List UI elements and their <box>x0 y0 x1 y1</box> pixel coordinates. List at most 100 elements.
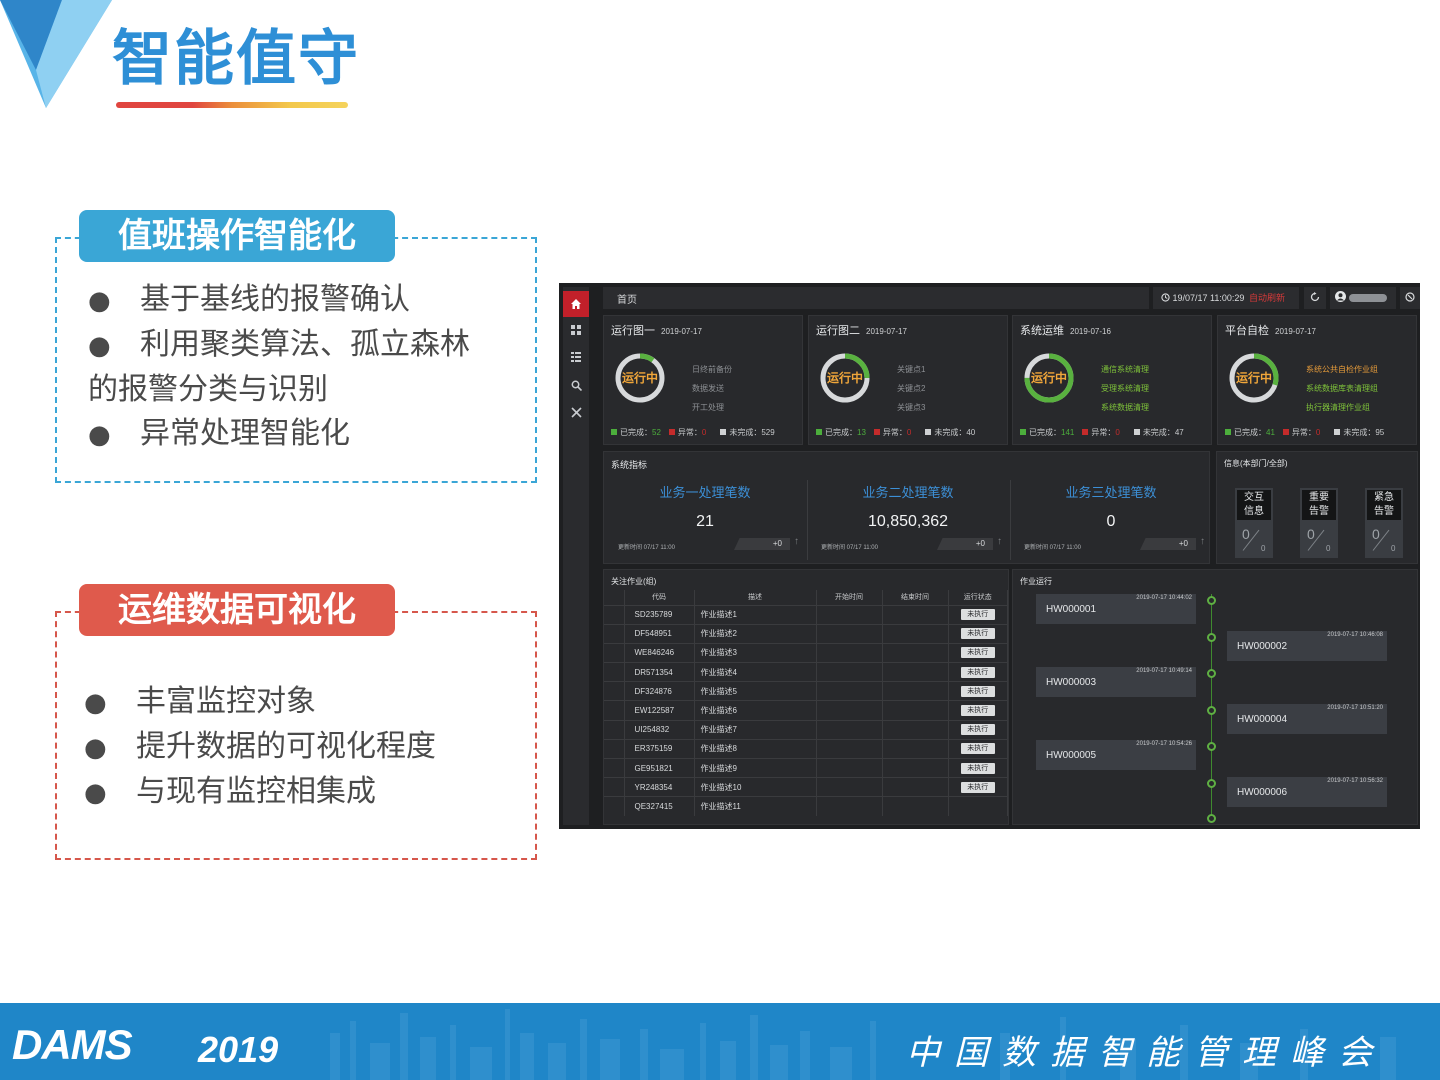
tools-icon[interactable] <box>563 399 589 425</box>
metric-tile: 业务三处理笔数 0 更新时间 07/17 11:00 +0 ↑ <box>1010 480 1212 560</box>
list-item[interactable]: 关键点1 <box>897 360 925 379</box>
table-row[interactable]: WE846246 作业描述3 未执行 <box>604 642 1008 663</box>
info-box[interactable]: 交互 信息 0 0 <box>1235 488 1273 558</box>
ops-card: 运行图一 2019-07-17 运行中 日终前备份 数据发送 开工处理 已完成：52 异常：0… <box>603 315 803 445</box>
done-swatch <box>611 429 617 435</box>
list-item[interactable]: 受理系统清理 <box>1101 379 1149 398</box>
table-row[interactable]: EW122587 作业描述6 未执行 <box>604 700 1008 721</box>
dashboard-sidebar <box>563 287 589 825</box>
stats-row: 已完成：52 异常：0 未完成：529 <box>611 427 775 438</box>
table-row[interactable]: QE327415 作业描述11 <box>604 796 1008 817</box>
info-box-line: 告警 <box>1309 506 1329 517</box>
column-header[interactable]: 代码 <box>624 590 695 605</box>
done-swatch <box>1225 429 1231 435</box>
table-row[interactable]: UI254832 作业描述7 未执行 <box>604 719 1008 740</box>
status-badge[interactable]: 未执行 <box>960 609 995 621</box>
info-box[interactable]: 重要 告警 0 0 <box>1300 488 1338 558</box>
job-description: 作业描述9 <box>694 757 817 778</box>
list-icon[interactable] <box>563 344 589 370</box>
timeline-item[interactable]: 2019-07-17 10:44:02 HW000001 <box>1036 594 1196 624</box>
row-index-cell <box>604 662 625 682</box>
status-badge[interactable]: 未执行 <box>960 743 995 755</box>
row-index-cell <box>604 623 625 644</box>
status-badge[interactable]: 未执行 <box>960 705 995 717</box>
search-icon[interactable] <box>563 372 589 398</box>
table-row[interactable]: GE951821 作业描述9 未执行 <box>604 757 1008 778</box>
grid-icon[interactable] <box>563 317 589 343</box>
metrics-card: 系统指标 业务一处理笔数 21 更新时间 07/17 11:00 +0 ↑ 业务二处理笔数… <box>603 451 1210 564</box>
table-row[interactable]: SD235789 作业描述1 未执行 <box>604 604 1008 625</box>
info-box-line: 紧急 <box>1374 492 1394 503</box>
status-label: 运行中 <box>1235 371 1272 385</box>
error-label: 异常： <box>882 428 907 437</box>
error-swatch <box>668 429 675 435</box>
metric-title[interactable]: 业务三处理笔数 <box>1010 482 1212 501</box>
card-date: 2019-07-17 <box>1275 327 1316 336</box>
status-badge[interactable]: 未执行 <box>960 724 995 736</box>
item-list: 系统公共自检作业组 系统数据库表清理组 执行器清理作业组 <box>1306 360 1378 417</box>
timeline-item[interactable]: 2019-07-17 10:51:20 HW000004 <box>1227 703 1387 734</box>
todo-label: 未完成： <box>1142 428 1175 437</box>
table-row[interactable]: DF548951 作业描述2 未执行 <box>604 623 1008 644</box>
list-item[interactable]: 关键点2 <box>897 379 925 398</box>
status-badge[interactable]: 未执行 <box>960 762 995 774</box>
job-start-time <box>816 777 883 797</box>
done-label: 已完成： <box>1234 428 1266 437</box>
home-icon[interactable] <box>563 291 589 317</box>
refresh-button[interactable] <box>1304 287 1326 309</box>
table-row[interactable]: YR248354 作业描述10 未执行 <box>604 777 1008 797</box>
list-item[interactable]: 数据发送 <box>692 379 732 398</box>
status-badge[interactable]: 未执行 <box>960 781 995 793</box>
status-badge[interactable]: 未执行 <box>960 685 995 697</box>
column-header[interactable]: 开始时间 <box>816 590 883 605</box>
timeline-item[interactable]: 2019-07-17 10:49:14 HW000003 <box>1036 667 1196 697</box>
metric-title[interactable]: 业务二处理笔数 <box>807 482 1009 501</box>
auto-refresh-toggle[interactable]: 自动刷新 <box>1249 293 1285 303</box>
info-box-label: 重要 告警 <box>1302 490 1336 520</box>
timeline-code: HW000006 <box>1237 786 1288 798</box>
table-row[interactable]: DF324876 作业描述5 未执行 <box>604 681 1008 701</box>
status-badge[interactable]: 未执行 <box>960 666 995 678</box>
list-item[interactable]: 系统数据清理 <box>1101 398 1149 417</box>
card-title: 平台自检 2019-07-17 <box>1225 322 1316 338</box>
job-code: UI254832 <box>624 719 695 740</box>
table-header-row: 代码 描述 开始时间 结束时间 运行状态 <box>604 590 1008 605</box>
column-header[interactable]: 描述 <box>694 590 817 605</box>
status-badge[interactable]: 未执行 <box>960 647 995 659</box>
breadcrumb[interactable]: 首页 <box>617 291 637 306</box>
timeline-item[interactable]: 2019-07-17 10:56:32 HW000006 <box>1227 776 1387 807</box>
error-count: 0 <box>1115 428 1120 437</box>
ops-card: 运行图二 2019-07-17 运行中 关键点1 关键点2 关键点3 已完成：13 异常：0 未… <box>808 315 1008 445</box>
table-row[interactable]: ER375159 作业描述8 未执行 <box>604 738 1008 759</box>
bullet-item: ● 基于基线的报警确认 <box>88 278 518 323</box>
list-item[interactable]: 通信系统清理 <box>1101 360 1149 379</box>
arrow-up-icon: ↑ <box>1200 536 1205 547</box>
list-item[interactable]: 日终前备份 <box>692 360 732 379</box>
timeline-item[interactable]: 2019-07-17 10:54:26 HW000005 <box>1036 740 1196 770</box>
card-title-text: 运行图二 <box>816 325 860 337</box>
metric-value: 21 <box>696 513 714 530</box>
info-box[interactable]: 紧急 告警 0 0 <box>1365 488 1403 558</box>
done-swatch <box>1020 429 1026 435</box>
card-date: 2019-07-17 <box>866 327 907 336</box>
arrow-up-icon: ↑ <box>794 536 799 547</box>
list-item[interactable]: 关键点3 <box>897 398 925 417</box>
timeline-item[interactable]: 2019-07-17 10:46:08 HW000002 <box>1227 630 1387 661</box>
status-label: 运行中 <box>621 371 658 385</box>
list-item[interactable]: 系统公共自检作业组 <box>1306 360 1378 379</box>
metric-title[interactable]: 业务一处理笔数 <box>604 482 806 501</box>
user-menu[interactable] <box>1330 287 1396 309</box>
job-start-time <box>816 623 883 644</box>
table-row[interactable]: DR571354 作业描述4 未执行 <box>604 662 1008 682</box>
logout-button[interactable] <box>1400 287 1420 309</box>
job-start-time <box>816 604 883 625</box>
job-end-time <box>882 700 949 721</box>
info-title: 信息(本部门/全部) <box>1224 459 1288 468</box>
list-item[interactable]: 执行器清理作业组 <box>1306 398 1378 417</box>
status-badge[interactable]: 未执行 <box>960 628 995 640</box>
column-header[interactable]: 结束时间 <box>882 590 949 605</box>
list-item[interactable]: 系统数据库表清理组 <box>1306 379 1378 398</box>
timeline-node <box>1207 669 1216 678</box>
list-item[interactable]: 开工处理 <box>692 398 732 417</box>
column-header[interactable]: 运行状态 <box>948 590 1008 605</box>
